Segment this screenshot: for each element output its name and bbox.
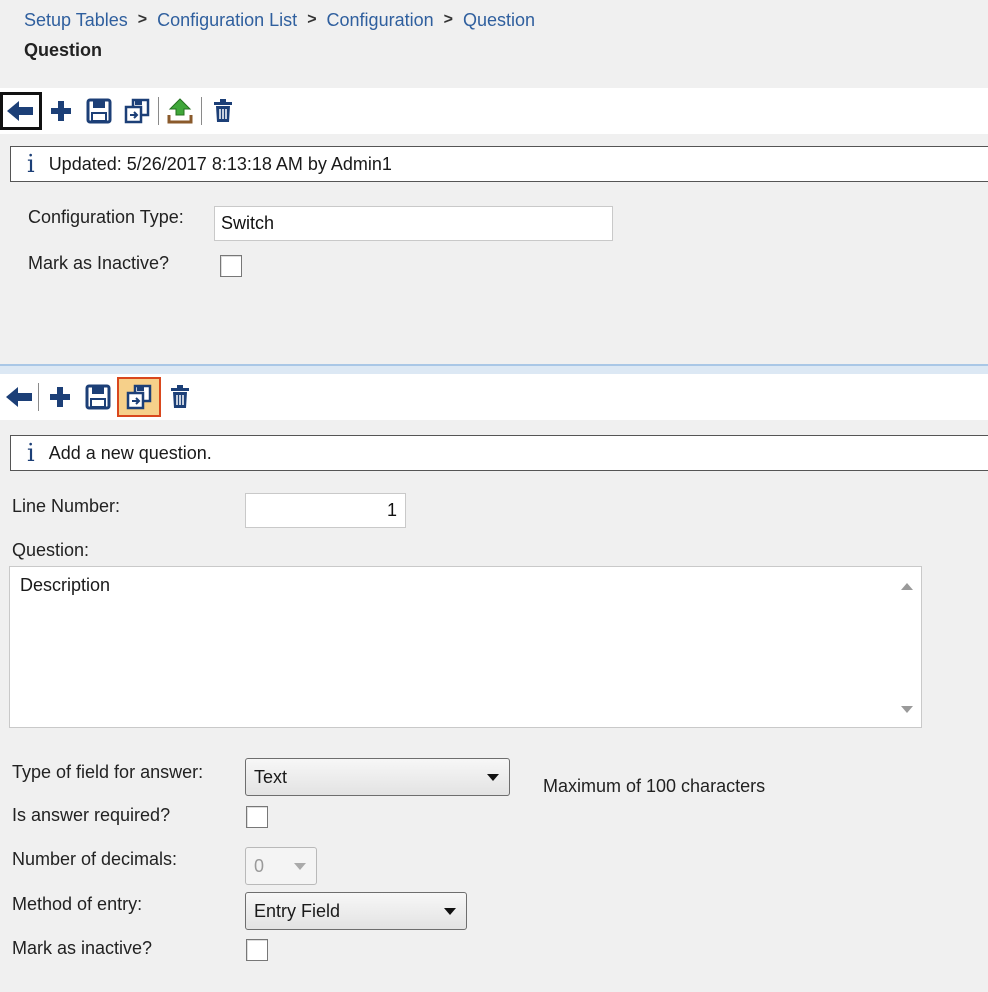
update-info-bar: i Updated: 5/26/2017 8:13:18 AM by Admin… [10, 146, 988, 182]
question-mark-inactive-label: Mark as inactive? [12, 938, 153, 958]
answer-type-value: Text [254, 766, 288, 787]
save-icon [85, 384, 111, 410]
page-title: Question [24, 40, 103, 60]
breadcrumb: Setup Tables > Configuration List > Conf… [24, 8, 535, 32]
delete-button[interactable] [161, 378, 199, 416]
back-arrow-icon [6, 387, 32, 407]
configuration-type-label: Configuration Type: [28, 207, 184, 227]
save-icon [86, 98, 112, 124]
add-icon [50, 387, 70, 407]
breadcrumb-setup-tables[interactable]: Setup Tables [24, 10, 128, 31]
question-info-text: Add a new question. [48, 442, 212, 463]
upload-icon [167, 98, 193, 124]
delete-icon [171, 385, 189, 408]
back-arrow-icon [7, 101, 33, 121]
line-number-label: Line Number: [12, 496, 121, 516]
configuration-toolbar [0, 88, 988, 134]
chevron-down-icon [487, 774, 499, 781]
chevron-down-icon [444, 908, 456, 915]
add-button[interactable] [42, 92, 80, 130]
toolbar-separator [201, 97, 202, 125]
toolbar-separator [158, 97, 159, 125]
add-button[interactable] [41, 378, 79, 416]
question-mark-inactive-checkbox[interactable] [246, 939, 268, 961]
save-button[interactable] [80, 92, 118, 130]
configuration-type-field[interactable]: Switch [214, 206, 613, 241]
answer-type-hint: Maximum of 100 characters [543, 776, 766, 796]
copy-button[interactable] [117, 377, 161, 417]
scroll-up-arrow[interactable] [901, 583, 913, 590]
info-icon: i [27, 439, 35, 467]
breadcrumb-separator: > [137, 11, 148, 28]
question-text: Description [20, 575, 111, 595]
section-divider [0, 364, 988, 374]
back-button[interactable] [0, 92, 42, 130]
answer-type-select[interactable]: Text [245, 758, 510, 796]
breadcrumb-separator: > [307, 11, 317, 28]
info-icon: i [27, 150, 35, 178]
chevron-down-icon [294, 863, 306, 870]
line-number-field[interactable]: 1 [245, 493, 406, 528]
copy-button[interactable] [118, 92, 156, 130]
breadcrumb-configuration-list[interactable]: Configuration List [157, 10, 297, 31]
question-label: Question: [12, 540, 90, 560]
question-toolbar [0, 374, 988, 420]
add-icon [51, 101, 71, 121]
breadcrumb-separator: > [443, 11, 453, 28]
back-button[interactable] [4, 378, 36, 416]
answer-required-checkbox[interactable] [246, 806, 268, 828]
answer-type-label: Type of field for answer: [12, 762, 204, 782]
copy-icon [126, 384, 152, 410]
update-info-text: Updated: 5/26/2017 8:13:18 AM by Admin1 [48, 153, 392, 174]
delete-button[interactable] [204, 92, 242, 130]
toolbar-separator [38, 383, 39, 411]
copy-icon [124, 98, 150, 124]
entry-method-label: Method of entry: [12, 894, 143, 914]
upload-button[interactable] [161, 92, 199, 130]
delete-icon [214, 99, 232, 122]
breadcrumb-configuration[interactable]: Configuration [327, 10, 434, 31]
entry-method-select[interactable]: Entry Field [245, 892, 467, 930]
save-button[interactable] [79, 378, 117, 416]
decimals-value: 0 [254, 855, 265, 876]
mark-inactive-checkbox[interactable] [220, 255, 242, 277]
mark-inactive-label: Mark as Inactive? [28, 253, 170, 273]
decimals-select[interactable]: 0 [245, 847, 317, 885]
decimals-label: Number of decimals: [12, 849, 178, 869]
entry-method-value: Entry Field [254, 900, 341, 921]
answer-required-label: Is answer required? [12, 805, 171, 825]
question-info-bar: i Add a new question. [10, 435, 988, 471]
scroll-down-arrow[interactable] [901, 706, 913, 713]
question-textarea[interactable]: Description [9, 566, 922, 728]
breadcrumb-current: Question [462, 9, 535, 30]
